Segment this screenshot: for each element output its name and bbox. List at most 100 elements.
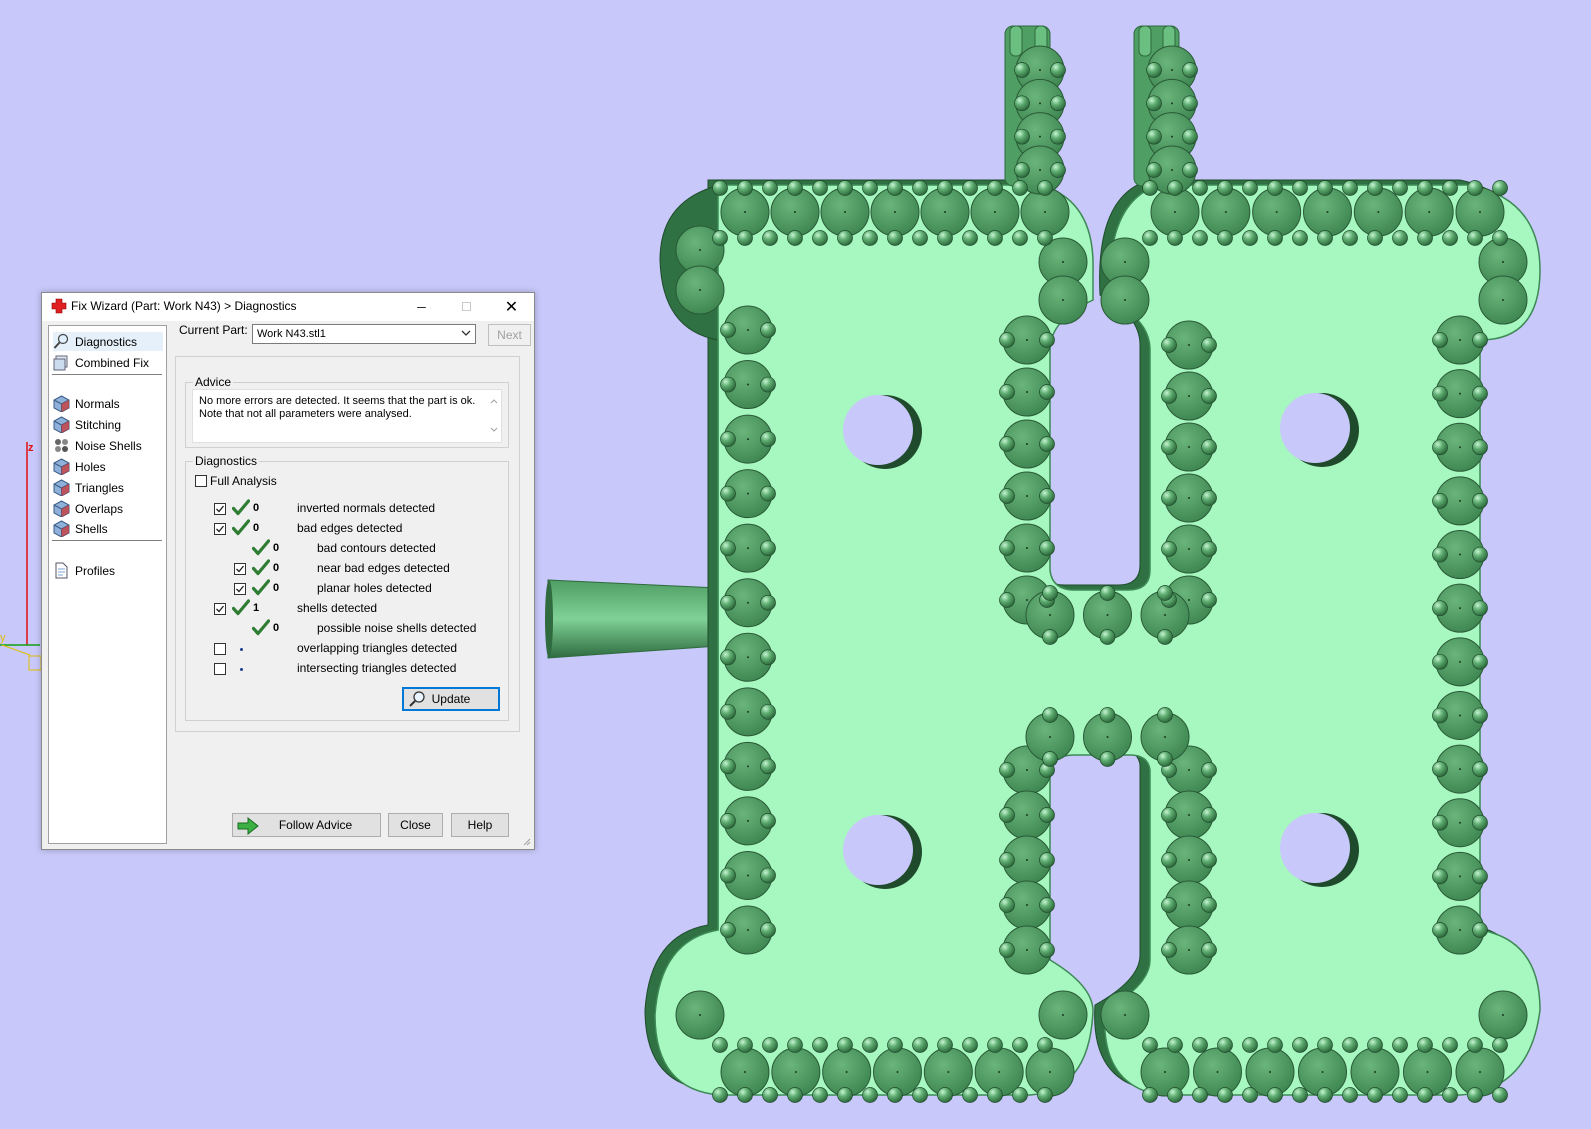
sidebar-item-combined-fix[interactable]: Combined Fix (53, 353, 163, 372)
channel-sphere-small (837, 1037, 853, 1053)
channel-sphere-small (887, 1037, 903, 1053)
channel-sphere-small (1192, 230, 1208, 246)
sidebar-item-noise-shells[interactable]: Noise Shells (53, 436, 163, 455)
sidebar-item-diagnostics[interactable]: Diagnostics (53, 332, 163, 351)
channel-sphere-center (1164, 736, 1166, 738)
channel-sphere-small (1267, 230, 1283, 246)
channel-sphere-small (1472, 600, 1488, 617)
channel-sphere-small (1242, 230, 1258, 246)
scroll-up-icon[interactable] (490, 398, 498, 404)
advice-title: Advice (193, 375, 234, 389)
channel-sphere-center (1164, 1071, 1166, 1073)
sidebar-item-overlaps[interactable]: Overlaps (53, 499, 163, 518)
channel-sphere-small (837, 180, 853, 196)
diag-checkbox[interactable] (214, 643, 226, 655)
maximize-button[interactable]: ☐ (444, 293, 489, 321)
diag-checkbox[interactable] (234, 583, 246, 595)
channel-sphere-small (712, 1037, 728, 1053)
channel-sphere-small (999, 436, 1015, 452)
channel-sphere-small (1142, 180, 1158, 196)
channel-sphere-small (1161, 897, 1177, 913)
channel-sphere-small (1157, 751, 1173, 767)
next-button[interactable]: Next (488, 324, 531, 346)
channel-sphere-small (1201, 490, 1217, 506)
channel-sphere-small (1472, 546, 1488, 563)
channel-sphere-center (747, 329, 749, 331)
channel-sphere-small (987, 1037, 1003, 1053)
sidebar-item-holes[interactable]: Holes (53, 457, 163, 476)
channel-sphere-center (747, 929, 749, 931)
diag-label: planar holes detected (317, 581, 432, 595)
diag-checkbox[interactable] (214, 503, 226, 515)
channel-sphere-small (1242, 180, 1258, 196)
close-window-button[interactable]: ✕ (489, 293, 534, 321)
channel-sphere-small (1292, 180, 1308, 196)
chevron-down-icon (461, 330, 471, 336)
channel-sphere-small (1192, 180, 1208, 196)
channel-sphere-small (1392, 1087, 1408, 1103)
channel-sphere-small (1161, 439, 1177, 455)
channel-sphere-center (1124, 299, 1126, 301)
channel-sphere-small (1042, 629, 1058, 645)
channel-sphere-small (760, 758, 776, 775)
channel-sphere-small (1161, 337, 1177, 353)
advice-textbox[interactable]: No more errors are detected. It seems th… (192, 389, 502, 443)
channel-sphere-center (1502, 1014, 1504, 1016)
channel-sphere-small (999, 897, 1015, 913)
sidebar-item-shells[interactable]: Shells (53, 519, 163, 538)
follow-advice-button[interactable]: Follow Advice (232, 813, 381, 837)
sidebar-item-triangles[interactable]: Triangles (53, 478, 163, 497)
channel-sphere-small (999, 942, 1015, 958)
channel-sphere-small (1201, 592, 1217, 608)
channel-sphere-center (1174, 211, 1176, 213)
channel-sphere-center (1026, 339, 1028, 341)
channel-sphere-center (1124, 261, 1126, 263)
channel-sphere-small (1037, 1037, 1053, 1053)
sidebar-item-profiles[interactable]: Profiles (53, 561, 163, 580)
channel-sphere-center (1502, 299, 1504, 301)
channel-sphere-small (1167, 1087, 1183, 1103)
channel-sphere-center (994, 211, 996, 213)
channel-sphere-small (1442, 1087, 1458, 1103)
sidebar-item-stitching[interactable]: Stitching (53, 415, 163, 434)
channel-sphere-center (1026, 391, 1028, 393)
diag-checkbox[interactable] (234, 563, 246, 575)
magnifier-icon (53, 333, 70, 350)
channel-sphere-small (1146, 162, 1162, 178)
channel-sphere-small (1146, 62, 1162, 78)
channel-sphere-center (944, 211, 946, 213)
diag-checkbox[interactable] (214, 603, 226, 615)
channel-sphere-small (1142, 1087, 1158, 1103)
channel-sphere-center (1026, 769, 1028, 771)
green-arrow-icon (237, 817, 259, 835)
z-axis-label: z (28, 442, 34, 454)
current-part-label: Current Part: (179, 323, 248, 337)
channel-sphere-small (1267, 180, 1283, 196)
scroll-down-icon[interactable] (490, 427, 498, 433)
sidebar-item-normals[interactable]: Normals (53, 394, 163, 413)
channel-sphere-center (747, 656, 749, 659)
check-ok-icon (231, 519, 251, 537)
channel-sphere-small (1432, 761, 1448, 777)
title-bar[interactable]: Fix Wizard (Part: Work N43) > Diagnostic… (42, 293, 534, 321)
channel-sphere-small (1317, 1037, 1333, 1053)
close-button[interactable]: Close (388, 813, 443, 837)
minimize-button[interactable]: ─ (399, 293, 444, 321)
help-button[interactable]: Help (451, 813, 509, 837)
channel-sphere-small (720, 594, 736, 611)
update-button[interactable]: Update (402, 687, 500, 711)
diag-checkbox[interactable] (214, 663, 226, 675)
full-analysis-checkbox[interactable] (195, 475, 207, 487)
sidebar-item-label: Noise Shells (75, 438, 142, 453)
channel-sphere-center (1026, 859, 1028, 861)
channel-sphere-small (887, 1087, 903, 1103)
channel-sphere-small (1217, 230, 1233, 246)
current-part-dropdown[interactable]: Work N43.stl1 (252, 324, 476, 344)
channel-sphere-small (912, 230, 928, 246)
channel-sphere-small (1014, 95, 1030, 112)
channel-sphere-center (1321, 1071, 1324, 1073)
resize-grip-icon[interactable] (521, 836, 531, 846)
channel-sphere-center (747, 819, 749, 822)
channel-sphere-small (1037, 230, 1053, 246)
diag-checkbox[interactable] (214, 523, 226, 535)
